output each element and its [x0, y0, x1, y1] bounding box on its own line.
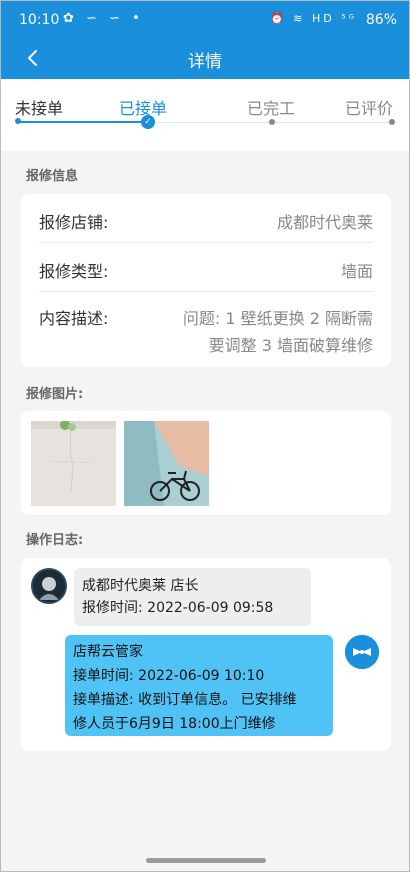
- step-pending: 未接单: [15, 99, 64, 118]
- repair-photos-title: 报修图片:: [26, 387, 84, 402]
- log-entry-service: 店帮云管家 接单时间: 2022-06-09 10:10 接单描述: 收到订单信…: [65, 635, 333, 736]
- progress-line-done: [18, 121, 148, 123]
- step-reviewed: 已评价: [345, 99, 394, 118]
- repair-photos-card: [21, 411, 391, 515]
- repair-photo-1[interactable]: [31, 421, 116, 506]
- type-label: 报修类型:: [39, 262, 109, 281]
- step-dot-todo: [389, 119, 395, 125]
- shop-value: 成都时代奥莱: [276, 213, 373, 232]
- avatar: [31, 568, 67, 604]
- divider: [39, 291, 373, 292]
- app-screen: 10:10 ✿ ∽ ∽ • ⏰ ≋ HD ⁵ᴳ 86% 详情 未接单 已接单 已…: [0, 0, 410, 872]
- repair-photo-2[interactable]: [124, 421, 209, 506]
- page-title: 详情: [188, 52, 222, 72]
- notification-icons: ✿ ∽ ∽ •: [63, 11, 144, 26]
- step-dot-todo: [269, 119, 275, 125]
- step-completed: 已完工: [247, 99, 296, 118]
- divider: [39, 242, 373, 243]
- desc-label: 内容描述:: [39, 309, 109, 328]
- repair-info-card: 报修店铺: 成都时代奥莱 报修类型: 墙面 内容描述: 问题: 1 壁纸更换 2…: [21, 194, 391, 367]
- home-indicator[interactable]: [146, 858, 266, 863]
- desc-value-line1: 问题: 1 壁纸更换 2 隔断需: [182, 309, 373, 328]
- log-entry-author: 成都时代奥莱 店长: [82, 578, 199, 594]
- log-entry-time: 接单时间: 2022-06-09 10:10: [73, 668, 265, 684]
- battery-level: 86%: [365, 12, 397, 28]
- status-time: 10:10: [19, 12, 60, 28]
- repair-info-title: 报修信息: [26, 169, 79, 184]
- order-progress: 未接单 已接单 已完工 已评价: [1, 79, 409, 151]
- status-bar: 10:10 ✿ ∽ ∽ • ⏰ ≋ HD ⁵ᴳ 86%: [1, 1, 409, 41]
- shop-label: 报修店铺:: [39, 213, 109, 232]
- log-entry-desc-line2: 修人员于6月9日 18:00上门维修: [73, 716, 276, 732]
- operation-log-card: 成都时代奥莱 店长 报修时间: 2022-06-09 09:58 店帮云管家 接…: [21, 558, 391, 751]
- type-value: 墙面: [340, 262, 373, 281]
- operation-log-title: 操作日志:: [26, 533, 84, 548]
- service-bot-icon: [345, 635, 379, 669]
- log-entry-store: 成都时代奥莱 店长 报修时间: 2022-06-09 09:58: [74, 568, 311, 626]
- log-entry-author: 店帮云管家: [73, 644, 143, 660]
- check-icon: ✓: [141, 115, 155, 129]
- desc-value-line2: 要调整 3 墙面破算维修: [208, 336, 373, 355]
- system-icons: ⏰ ≋ HD ⁵ᴳ: [270, 12, 357, 25]
- app-bar: 详情: [1, 41, 409, 79]
- log-entry-desc-line1: 接单描述: 收到订单信息。 已安排维: [73, 692, 297, 708]
- step-dot-done: [15, 118, 21, 124]
- log-entry-time: 报修时间: 2022-06-09 09:58: [82, 600, 274, 616]
